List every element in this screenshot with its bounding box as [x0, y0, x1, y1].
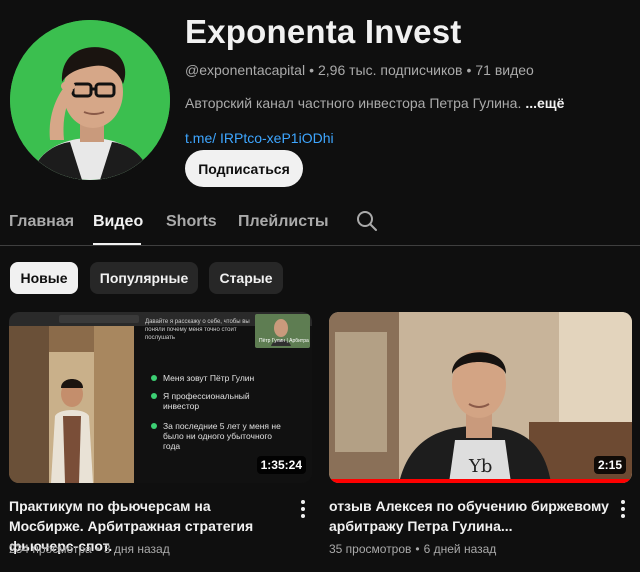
channel-info: Exponenta Invest @exponentacapital • 2,96 …	[185, 12, 635, 148]
channel-name: Exponenta Invest	[185, 13, 462, 50]
subscribe-button[interactable]: Подписаться	[185, 150, 303, 187]
video-duration: 2:15	[593, 456, 626, 474]
video-thumbnail[interactable]: Yb 2:15	[329, 312, 632, 483]
subscriber-count: 2,96 тыс. подписчиков	[317, 62, 463, 78]
channel-handle: @exponentacapital	[185, 62, 306, 78]
description-text: Авторский канал частного инвестора Петра…	[185, 95, 522, 111]
chip-popular[interactable]: Популярные	[90, 262, 198, 294]
meta-separator: •	[466, 62, 472, 78]
channel-avatar[interactable]	[10, 20, 170, 180]
more-link[interactable]: ...ещё	[525, 95, 564, 111]
tab-home[interactable]: Главная	[9, 212, 74, 232]
more-options-icon[interactable]	[614, 498, 632, 520]
slide-bullet: Меня зовут Пётр Гулин	[163, 373, 255, 383]
tab-videos[interactable]: Видео	[93, 212, 143, 232]
search-icon[interactable]	[356, 210, 378, 232]
view-count: 35 просмотров	[329, 542, 412, 556]
meta-separator: •	[309, 62, 314, 78]
video-thumbnail[interactable]: Давайте я расскажу о себе, чтобы вы поня…	[9, 312, 312, 483]
meta-separator: •	[415, 542, 420, 556]
tab-playlists[interactable]: Плейлисты	[238, 212, 329, 232]
tab-shorts[interactable]: Shorts	[166, 212, 217, 232]
svg-text:Yb: Yb	[468, 456, 492, 477]
chip-oldest[interactable]: Старые	[209, 262, 283, 294]
video-title[interactable]: отзыв Алексея по обучению биржевому арби…	[329, 496, 609, 536]
more-options-icon[interactable]	[294, 498, 312, 520]
slide-header-text: Давайте я расскажу о себе, чтобы вы поня…	[145, 319, 250, 341]
avatar-portrait	[10, 20, 170, 180]
upload-age: 6 дней назад	[423, 542, 497, 556]
slide-bullet: Я профессиональный инвестор	[163, 391, 250, 411]
channel-description[interactable]: Авторский канал частного инвестора Петра…	[185, 93, 635, 113]
upload-age: 3 дня назад	[103, 542, 170, 556]
slide-bullet: За последние 5 лет у меня не было ни одн…	[163, 421, 281, 451]
video-meta: 234 просмотра • 3 дня назад	[9, 541, 170, 557]
view-count: 234 просмотра	[9, 542, 92, 556]
video-duration: 1:35:24	[256, 456, 306, 474]
video-count: 71 видео	[475, 62, 534, 78]
video-meta: 35 просмотров • 6 дней назад	[329, 541, 496, 557]
channel-link[interactable]: t.me/ IRPtco-xeP1iODhi	[185, 128, 635, 148]
active-tab-indicator	[93, 243, 141, 245]
meta-separator: •	[95, 542, 100, 556]
channel-meta: @exponentacapital • 2,96 тыс. подписчиков •…	[185, 60, 635, 80]
watch-progress-bar	[329, 479, 632, 483]
channel-tabs: Главная Видео Shorts Плейлисты	[0, 198, 640, 246]
webcam-name: Пётр Гулин | Арбитра	[259, 338, 309, 344]
chip-newest[interactable]: Новые	[10, 262, 78, 294]
thumbnail-image: Yb	[329, 312, 632, 483]
